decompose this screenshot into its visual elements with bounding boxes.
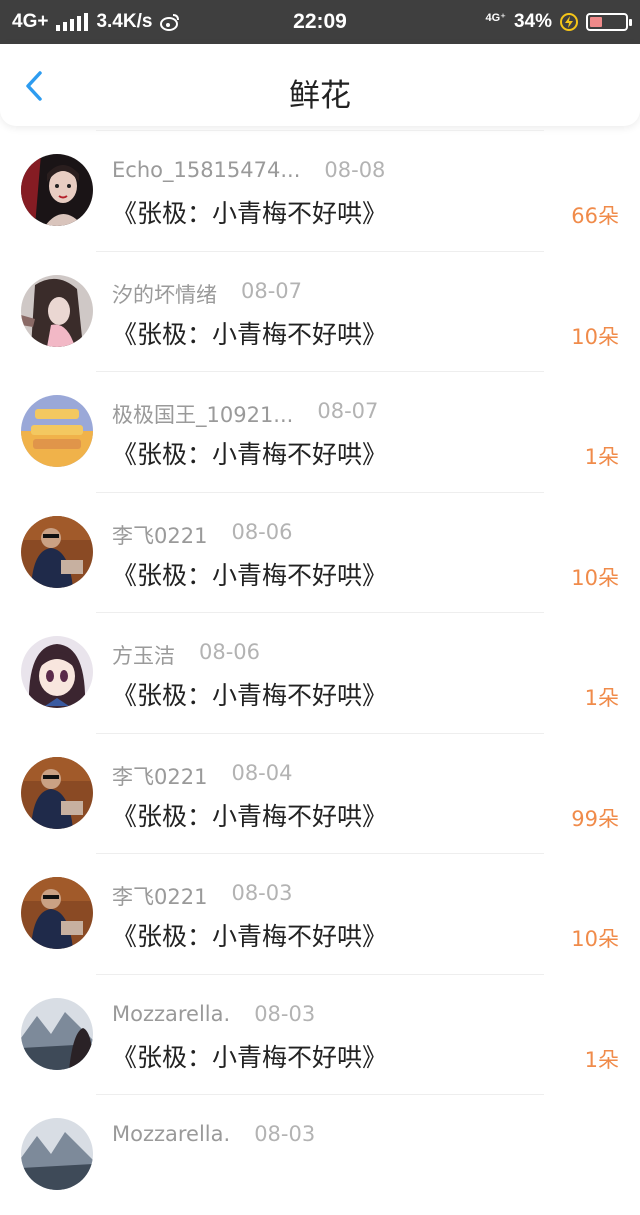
list-item[interactable]: Mozzarella. 08-03 《张极：小青梅不好哄》 1朵 [0, 973, 640, 1095]
item-meta: 方玉洁 08-06 [112, 640, 260, 670]
divider [96, 612, 544, 613]
flower-count: 1朵 [584, 686, 619, 710]
date: 08-07 [241, 278, 303, 303]
date: 08-06 [231, 519, 293, 544]
divider [96, 371, 544, 372]
divider [96, 491, 544, 493]
book-title[interactable]: 《张极：小青梅不好哄》 [112, 194, 387, 230]
list-item[interactable]: Mozzarella. 08-03 [0, 1094, 640, 1215]
flower-count: 66朵 [571, 204, 619, 228]
item-meta: 李飞0221 08-03 [112, 881, 292, 911]
book-title[interactable]: 《张极：小青梅不好哄》 [112, 797, 387, 833]
username[interactable]: Mozzarella. [112, 1002, 230, 1026]
date: 08-03 [254, 1122, 316, 1146]
divider [96, 973, 544, 975]
avatar[interactable] [21, 756, 93, 829]
book-title[interactable]: 《张极：小青梅不好哄》 [112, 1038, 387, 1074]
divider [96, 853, 544, 854]
list-item[interactable]: 李飞0221 08-06 《张极：小青梅不好哄》 10朵 [0, 491, 640, 613]
username[interactable]: 方玉洁 [112, 640, 175, 670]
username[interactable]: Echo_15815474... [112, 158, 300, 182]
flower-count: 1朵 [584, 445, 619, 469]
book-title[interactable]: 《张极：小青梅不好哄》 [112, 917, 387, 953]
flower-count: 10朵 [571, 565, 619, 590]
book-title[interactable]: 《张极：小青梅不好哄》 [112, 315, 387, 351]
list-item[interactable]: Echo_15815474... 08-08 《张极：小青梅不好哄》 66朵 [0, 130, 640, 251]
item-meta: 李飞0221 08-04 [112, 761, 292, 791]
item-meta: Mozzarella. 08-03 [112, 1122, 315, 1146]
item-meta: 极极国王_10921... 08-07 [112, 399, 378, 429]
divider [96, 130, 544, 131]
date: 08-07 [317, 399, 379, 423]
date: 08-08 [324, 158, 386, 182]
username[interactable]: 李飞0221 [112, 881, 207, 911]
list-item[interactable]: 极极国王_10921... 08-07 《张极：小青梅不好哄》 1朵 [0, 371, 640, 492]
item-meta: 汐的坏情绪 08-07 [112, 279, 302, 309]
charging-icon [560, 13, 578, 31]
flower-count: 1朵 [584, 1047, 619, 1072]
date: 08-06 [199, 640, 261, 664]
status-bar: 4G+ 3.4K/s 22:09 4G⁺ 34% [0, 0, 640, 44]
date: 08-03 [231, 881, 293, 905]
date: 08-04 [231, 760, 293, 785]
avatar[interactable] [21, 154, 93, 226]
flower-count: 10朵 [571, 927, 619, 951]
avatar[interactable] [21, 395, 93, 467]
list-item[interactable]: 李飞0221 08-04 《张极：小青梅不好哄》 99朵 [0, 732, 640, 854]
book-title[interactable]: 《张极：小青梅不好哄》 [112, 556, 387, 592]
avatar[interactable] [21, 515, 93, 588]
username[interactable]: 李飞0221 [112, 761, 207, 791]
username[interactable]: 极极国王_10921... [112, 399, 293, 429]
flower-list: Echo_15815474... 08-08 《张极：小青梅不好哄》 66朵 汐… [0, 130, 640, 1215]
battery-percent: 34% [513, 11, 552, 32]
username[interactable]: 汐的坏情绪 [112, 279, 217, 309]
list-item[interactable]: 汐的坏情绪 08-07 《张极：小青梅不好哄》 10朵 [0, 250, 640, 372]
book-title[interactable]: 《张极：小青梅不好哄》 [112, 676, 387, 712]
flower-count: 10朵 [571, 324, 619, 349]
top-bar: 鲜花 [0, 44, 640, 126]
item-meta: 李飞0221 08-06 [112, 520, 292, 550]
avatar[interactable] [21, 877, 93, 949]
avatar[interactable] [21, 636, 93, 708]
divider [96, 732, 544, 734]
divider [96, 1094, 544, 1095]
username[interactable]: 李飞0221 [112, 520, 207, 550]
book-title[interactable]: 《张极：小青梅不好哄》 [112, 435, 387, 471]
date: 08-03 [254, 1001, 316, 1026]
avatar[interactable] [21, 274, 93, 347]
status-right: 4G⁺ 34% [485, 11, 632, 33]
divider [96, 250, 544, 252]
item-meta: Mozzarella. 08-03 [112, 1002, 315, 1026]
list-item[interactable]: 方玉洁 08-06 《张极：小青梅不好哄》 1朵 [0, 612, 640, 733]
avatar[interactable] [21, 997, 93, 1070]
list-item[interactable]: 李飞0221 08-03 《张极：小青梅不好哄》 10朵 [0, 853, 640, 974]
battery-icon [586, 13, 632, 31]
page-title: 鲜花 [289, 78, 351, 114]
flower-count: 99朵 [571, 806, 619, 831]
item-meta: Echo_15815474... 08-08 [112, 158, 385, 182]
network-type-right: 4G⁺ [485, 11, 506, 24]
avatar[interactable] [21, 1118, 93, 1190]
username[interactable]: Mozzarella. [112, 1122, 230, 1146]
